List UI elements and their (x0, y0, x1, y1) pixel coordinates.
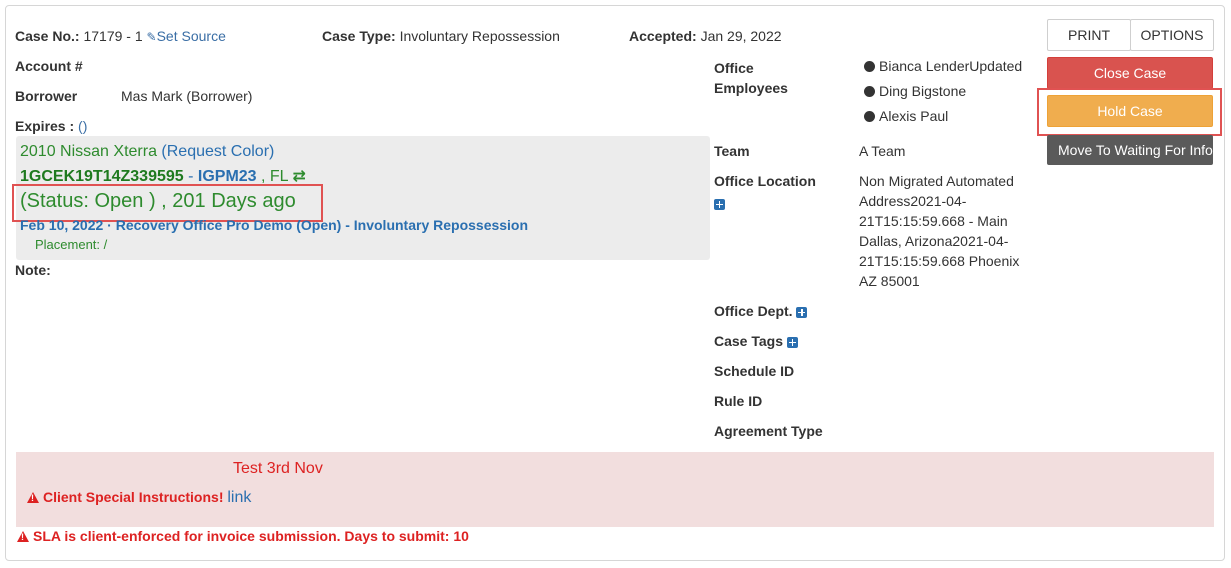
accepted-date: Accepted: Jan 29, 2022 (629, 28, 782, 44)
request-color-link[interactable]: (Request Color) (161, 143, 274, 160)
employee-item: Bianca LenderUpdated (864, 58, 1022, 74)
office-location-value: Non Migrated Automated Address2021-04-21… (859, 173, 1020, 289)
case-type-value: Involuntary Repossession (399, 28, 560, 44)
case-panel: Case No.: 17179 - 1 ✎Set Source Case Typ… (5, 5, 1225, 561)
warning-icon (27, 492, 39, 503)
office-location-label: Office Location (714, 173, 816, 189)
schedule-id-label: Schedule ID (714, 363, 795, 379)
office-employees-label-line1: Office (714, 60, 754, 76)
vin: 1GCEK19T14Z339595 (20, 168, 184, 185)
employee-name: Bianca LenderUpdated (879, 58, 1023, 74)
set-source-link[interactable]: Set Source (157, 28, 226, 44)
case-type: Case Type: Involuntary Repossession (322, 28, 560, 44)
employee-item: Ding Bigstone (864, 83, 966, 99)
add-tag-plus-icon[interactable] (786, 336, 798, 348)
rule-id-label: Rule ID (714, 393, 763, 409)
add-dept-plus-icon[interactable] (796, 306, 808, 318)
employee-name: Alexis Paul (879, 108, 949, 124)
office-employees-label: Office Employees (714, 58, 788, 98)
vehicle-identifiers: 1GCEK19T14Z339595 - IGPM23 , FL ⇄ (20, 166, 306, 186)
plate-link[interactable]: IGPM23 (198, 168, 257, 185)
placement: Placement: / (35, 237, 108, 252)
vehicle-name: 2010 Nissan Xterra (20, 143, 157, 160)
employee-name: Ding Bigstone (879, 83, 967, 99)
expires-value[interactable]: () (78, 118, 87, 134)
case-no-value: 17179 - 1 (83, 28, 143, 44)
pencil-icon[interactable]: ✎ (147, 30, 157, 44)
vehicle-title: 2010 Nissan Xterra (Request Color) (20, 143, 274, 161)
office-dept-label: Office Dept. (714, 303, 793, 319)
client-special-link[interactable]: link (227, 489, 251, 506)
plate-state: , FL (256, 168, 288, 185)
vin-separator: - (183, 168, 198, 185)
client-special-instructions: Client Special Instructions! link (27, 489, 251, 507)
accepted-label: Accepted: (629, 28, 697, 44)
warning-icon (17, 531, 29, 542)
print-button[interactable]: PRINT (1047, 19, 1131, 51)
accepted-value: Jan 29, 2022 (700, 28, 782, 44)
hold-highlight-box (1037, 88, 1222, 136)
sla-notice: SLA is client-enforced for invoice submi… (17, 528, 469, 544)
team-value: A Team (859, 143, 906, 159)
bullet-icon (864, 61, 875, 72)
case-number: Case No.: 17179 - 1 ✎Set Source (15, 28, 226, 44)
team-label: Team (714, 143, 750, 159)
case-tags-label: Case Tags (714, 333, 783, 349)
bullet-icon (864, 86, 875, 97)
agreement-type-label: Agreement Type (714, 423, 823, 439)
case-tags: Case Tags (714, 333, 798, 349)
bullet-icon (864, 111, 875, 122)
case-type-label: Case Type: (322, 28, 396, 44)
instructions-note: Test 3rd Nov (233, 460, 323, 477)
account-label: Account # (15, 58, 83, 74)
options-button[interactable]: OPTIONS (1130, 19, 1214, 51)
client-special-label: Client Special Instructions! (43, 489, 224, 505)
case-link[interactable]: Feb 10, 2022 · Recovery Office Pro Demo … (20, 217, 528, 233)
office-employees-label-line2: Employees (714, 80, 788, 96)
move-to-waiting-button[interactable]: Move To Waiting For Info (1047, 135, 1213, 165)
case-no-label: Case No.: (15, 28, 80, 44)
employee-item: Alexis Paul (864, 108, 948, 124)
borrower-value: Mas Mark (Borrower) (121, 88, 253, 104)
move-to-waiting-label: Move To Waiting For Info (1058, 142, 1213, 158)
office-dept: Office Dept. (714, 303, 808, 319)
case-link-row: Feb 10, 2022 · Recovery Office Pro Demo … (20, 217, 528, 233)
close-case-button[interactable]: Close Case (1047, 57, 1213, 89)
sla-text: SLA is client-enforced for invoice submi… (33, 528, 469, 544)
borrower-label: Borrower (15, 88, 78, 104)
add-location-plus-icon[interactable] (714, 198, 725, 210)
expires: Expires : () (15, 118, 87, 134)
swap-arrows-icon[interactable]: ⇄ (292, 168, 305, 185)
expires-label: Expires : (15, 118, 75, 134)
note-label: Note: (15, 262, 51, 278)
